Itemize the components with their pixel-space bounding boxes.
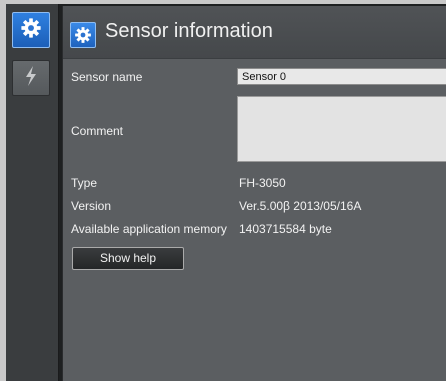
sidebar-item-settings[interactable] [12,12,50,48]
lightning-icon [22,65,40,92]
sensor-name-input[interactable] [237,68,446,85]
sensor-info-panel: Sensor information Sensor name Comment T… [62,6,446,381]
sidebar-item-power[interactable] [12,60,50,96]
comment-field[interactable] [237,96,446,162]
type-label: Type [71,176,98,190]
memory-value: 1403715584 byte [239,222,332,236]
gear-icon [70,22,96,48]
memory-label: Available application memory [71,222,227,236]
type-value: FH-3050 [239,176,286,190]
page-title: Sensor information [105,20,273,42]
comment-label: Comment [71,124,124,138]
sensor-name-label: Sensor name [71,70,143,84]
version-label: Version [71,199,112,213]
show-help-button[interactable]: Show help [72,247,184,270]
app-window: Sensor information Sensor name Comment T… [6,4,446,381]
sidebar [6,4,59,381]
gear-icon [20,17,42,44]
panel-header: Sensor information [63,6,446,59]
version-value: Ver.5.00β 2013/05/16A [239,199,362,213]
